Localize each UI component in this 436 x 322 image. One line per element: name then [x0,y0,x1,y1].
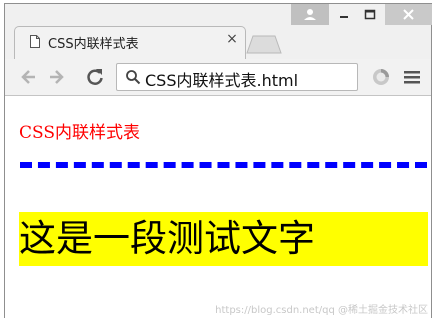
tab-title: CSS内联样式表 [48,37,139,52]
maximize-icon [364,9,376,20]
toolbar: CSS内联样式表.html [5,59,431,96]
close-window-button[interactable] [385,4,432,25]
user-icon [304,9,316,20]
title-bar: CSS内联样式表 × [5,4,432,59]
watermark: https://blog.csdn.net/qq @稀土掘金技术社区 [215,305,428,316]
menu-icon[interactable] [403,68,421,86]
search-icon [126,70,141,85]
browser-window: CSS内联样式表 × CSS内联样式表.html CSS内联样式表 这是一段测试… [4,3,432,318]
extension-icon[interactable] [371,67,391,87]
address-bar[interactable]: CSS内联样式表.html [116,63,358,91]
tab-close-button[interactable]: × [224,31,240,47]
address-text: CSS内联样式表.html [145,71,299,90]
arrow-left-icon[interactable] [19,67,39,87]
page-heading: CSS内联样式表 [19,123,141,143]
document-icon [30,35,40,48]
minimize-button[interactable] [331,4,357,25]
arrow-right-icon[interactable] [46,67,66,87]
highlighted-text: 这是一段测试文字 [19,212,428,266]
page-content: CSS内联样式表 这是一段测试文字 [5,96,431,318]
tab-active[interactable]: CSS内联样式表 × [14,26,246,59]
minimize-icon [340,16,348,18]
close-icon [403,9,414,20]
reload-icon[interactable] [85,67,105,87]
maximize-button[interactable] [357,4,383,25]
new-tab-button[interactable] [245,34,285,54]
dashed-divider [20,162,427,168]
user-button[interactable] [291,4,329,25]
